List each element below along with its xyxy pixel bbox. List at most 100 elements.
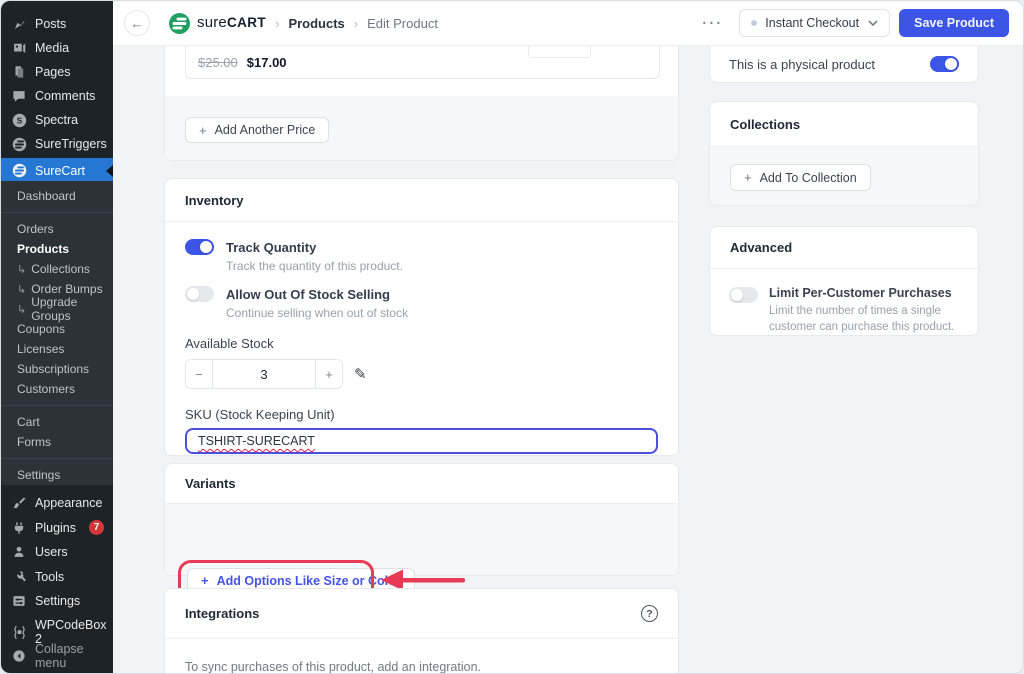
help-icon[interactable]: ? bbox=[641, 605, 658, 622]
codebox-icon bbox=[11, 624, 27, 640]
sidebar-item-wpcodebox[interactable]: WPCodeBox 2 bbox=[1, 618, 113, 646]
stepper-decrement-button[interactable]: − bbox=[186, 360, 212, 388]
sidebar-item-label: Plugins bbox=[35, 520, 76, 535]
sidebar-item-label: Pages bbox=[35, 65, 71, 79]
plugins-update-badge: 7 bbox=[89, 520, 104, 536]
current-price: $17.00 bbox=[246, 54, 287, 70]
stepper-value[interactable]: 3 bbox=[212, 360, 316, 388]
sidebar-item-media[interactable]: Media bbox=[1, 36, 113, 60]
sidebar-item-label: Tools bbox=[35, 569, 65, 584]
submenu-item-collections[interactable]: ↳ Collections bbox=[1, 259, 113, 279]
track-quantity-label: Track Quantity bbox=[226, 239, 317, 255]
brand-text: sureCART bbox=[197, 14, 267, 31]
save-product-button[interactable]: Save Product bbox=[899, 9, 1009, 37]
submenu-item-customers[interactable]: Customers bbox=[1, 379, 113, 399]
instant-checkout-dropdown[interactable]: Instant Checkout bbox=[739, 9, 891, 37]
out-of-stock-toggle[interactable] bbox=[185, 286, 214, 302]
sku-input[interactable]: TSHIRT-SURECART bbox=[185, 428, 658, 454]
sidebar-footer-group: WPCodeBox 2 Collapse menu bbox=[1, 618, 113, 670]
sidebar-item-spectra[interactable]: S Spectra bbox=[1, 108, 113, 132]
available-stock-label: Available Stock bbox=[185, 336, 274, 351]
out-of-stock-label: Allow Out Of Stock Selling bbox=[226, 286, 390, 302]
track-quantity-toggle[interactable] bbox=[185, 239, 214, 255]
limit-purchases-desc: Limit the number of times a single custo… bbox=[769, 305, 955, 333]
sidebar-item-tools[interactable]: Tools bbox=[1, 565, 113, 590]
sidebar-item-label: Media bbox=[35, 41, 70, 55]
stepper-increment-button[interactable]: + bbox=[316, 360, 342, 388]
collections-title: Collections bbox=[710, 102, 978, 147]
topbar-actions: ··· Instant Checkout Save Product bbox=[702, 9, 1009, 37]
pages-icon bbox=[11, 64, 27, 80]
out-of-stock-desc: Continue selling when out of stock bbox=[226, 306, 409, 320]
breadcrumb-edit-product: Edit Product bbox=[367, 15, 438, 31]
track-quantity-desc: Track the quantity of this product. bbox=[226, 259, 403, 273]
plus-icon: + bbox=[201, 573, 209, 588]
sidebar-item-label: Spectra bbox=[35, 113, 79, 127]
surecart-logo-icon bbox=[169, 12, 190, 34]
wrench-icon bbox=[11, 569, 27, 585]
submenu-divider bbox=[1, 458, 113, 459]
submenu-item-cart[interactable]: Cart bbox=[1, 412, 113, 432]
price-field-partial[interactable] bbox=[528, 46, 591, 58]
edit-stock-icon[interactable]: ✎ bbox=[354, 365, 367, 383]
submenu-item-licenses[interactable]: Licenses bbox=[1, 339, 113, 359]
spectra-icon: S bbox=[11, 112, 27, 128]
sidebar-item-posts[interactable]: Posts bbox=[1, 12, 113, 36]
advanced-body: Limit Per-Customer Purchases Limit the n… bbox=[710, 269, 978, 335]
sidebar-item-comments[interactable]: Comments bbox=[1, 84, 113, 108]
sidebar-item-surecart[interactable]: SureCart bbox=[1, 158, 113, 183]
user-icon bbox=[11, 544, 27, 560]
variants-body: + Add Options Like Size or Color bbox=[165, 504, 678, 601]
submenu-item-orders[interactable]: Orders bbox=[1, 219, 113, 239]
collapse-menu-button[interactable]: Collapse menu bbox=[1, 642, 113, 670]
back-button[interactable]: ← bbox=[124, 10, 150, 36]
physical-product-card: This is a physical product bbox=[709, 46, 979, 83]
submenu-divider bbox=[1, 405, 113, 406]
advanced-card: Advanced Limit Per-Customer Purchases Li… bbox=[709, 226, 979, 336]
collections-card: Collections + Add To Collection bbox=[709, 101, 979, 206]
sidebar-item-users[interactable]: Users bbox=[1, 540, 113, 565]
sidebar-top-group: Posts Media Pages Comments S Spectra Sur… bbox=[1, 12, 113, 183]
physical-product-toggle[interactable] bbox=[930, 56, 959, 72]
add-to-collection-button[interactable]: + Add To Collection bbox=[730, 164, 871, 191]
main-content: ← sureCART › Products › Edit Product ···… bbox=[113, 1, 1023, 673]
submenu-arrow-icon: ↳ bbox=[17, 283, 27, 296]
plus-icon: + bbox=[744, 170, 752, 185]
sidebar-item-suretriggers[interactable]: SureTriggers bbox=[1, 132, 113, 156]
chevron-down-icon bbox=[868, 20, 878, 26]
add-another-price-button[interactable]: + Add Another Price bbox=[185, 117, 330, 143]
submenu-divider bbox=[1, 212, 113, 213]
stock-stepper-row: − 3 + ✎ bbox=[185, 351, 658, 389]
sidebar-item-settings[interactable]: Settings bbox=[1, 589, 113, 614]
submenu-item-products[interactable]: Products bbox=[1, 239, 113, 259]
sidebar-item-label: SureTriggers bbox=[35, 137, 107, 151]
submenu-item-subscriptions[interactable]: Subscriptions bbox=[1, 359, 113, 379]
limit-purchases-label: Limit Per-Customer Purchases bbox=[769, 286, 952, 300]
sidebar-item-label: Users bbox=[35, 545, 68, 560]
sidebar-item-label: Posts bbox=[35, 17, 67, 31]
submenu-item-dashboard[interactable]: Dashboard bbox=[1, 186, 113, 206]
sidebar-item-label: Appearance bbox=[35, 496, 103, 511]
submenu-item-settings[interactable]: Settings bbox=[1, 465, 113, 485]
inventory-card: Inventory Track Quantity Track the quant… bbox=[164, 178, 679, 456]
limit-purchases-toggle[interactable] bbox=[729, 287, 758, 303]
sidebar-item-plugins[interactable]: Plugins 7 bbox=[1, 516, 113, 541]
sidebar-item-appearance[interactable]: Appearance bbox=[1, 491, 113, 516]
submenu-item-upgrade-groups[interactable]: ↳ Upgrade Groups bbox=[1, 295, 113, 323]
compare-price: $25.00 bbox=[198, 54, 238, 70]
submenu-item-forms[interactable]: Forms bbox=[1, 432, 113, 452]
status-dot-icon bbox=[751, 20, 758, 26]
breadcrumb-products[interactable]: Products bbox=[288, 16, 344, 31]
surecart-brand: sureCART bbox=[169, 12, 267, 34]
sidebar-item-pages[interactable]: Pages bbox=[1, 60, 113, 84]
plus-icon: + bbox=[199, 122, 207, 138]
breadcrumb-separator: › bbox=[353, 15, 359, 31]
collapse-icon bbox=[11, 648, 27, 664]
inventory-title: Inventory bbox=[165, 179, 678, 222]
media-icon bbox=[11, 40, 27, 56]
submenu-arrow-icon: ↳ bbox=[17, 263, 27, 276]
breadcrumb-separator: › bbox=[275, 15, 280, 31]
sidebar-item-label: Collapse menu bbox=[35, 642, 84, 670]
top-bar: ← sureCART › Products › Edit Product ···… bbox=[113, 1, 1023, 46]
more-options-icon[interactable]: ··· bbox=[702, 15, 723, 32]
